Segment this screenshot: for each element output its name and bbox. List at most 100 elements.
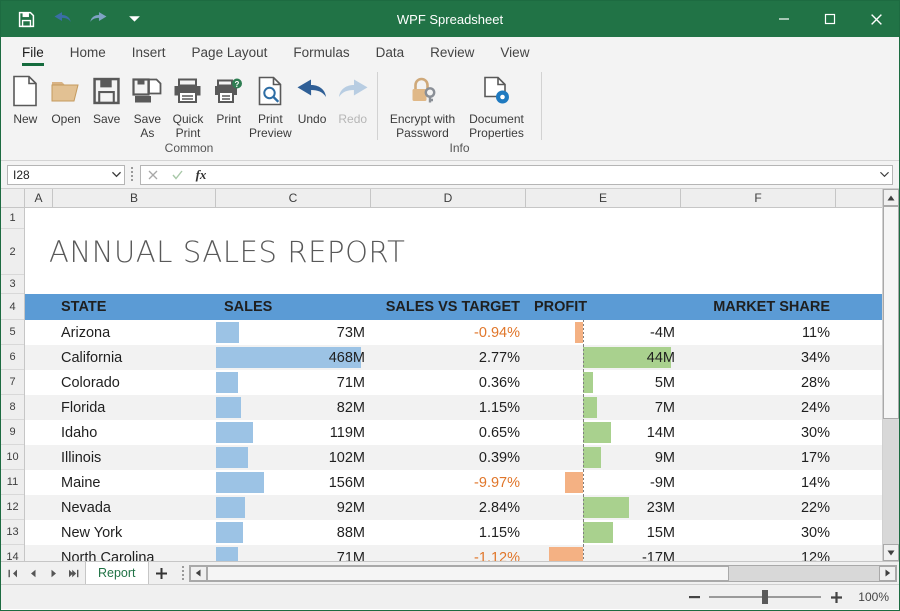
cell-market-share[interactable]: 30% <box>681 420 836 445</box>
cell-state[interactable]: Arizona <box>53 320 216 345</box>
column-header-e[interactable]: E <box>526 189 681 207</box>
command-save-as[interactable]: Save As <box>127 69 168 140</box>
cell-state[interactable]: Colorado <box>53 370 216 395</box>
table-row[interactable]: Nevada92M2.84%23M22% <box>25 495 882 520</box>
cell-sales[interactable]: 119M <box>216 420 371 445</box>
cancel-x-icon[interactable] <box>141 166 165 184</box>
prev-sheet-button[interactable] <box>24 564 42 582</box>
cell-state[interactable]: California <box>53 345 216 370</box>
maximize-button[interactable] <box>807 1 853 37</box>
cell-sales[interactable]: 71M <box>216 370 371 395</box>
command-quick-print[interactable]: Quick Print <box>168 69 209 140</box>
cell-sales[interactable]: 71M <box>216 545 371 561</box>
table-row[interactable]: New York88M1.15%15M30% <box>25 520 882 545</box>
cell-market-share[interactable]: 34% <box>681 345 836 370</box>
column-header-b[interactable]: B <box>53 189 216 207</box>
last-sheet-button[interactable] <box>64 564 82 582</box>
command-undo[interactable]: Undo <box>292 69 333 126</box>
command-encrypt-with-password[interactable]: Encrypt with Password <box>386 69 460 140</box>
formula-expand-icon[interactable] <box>876 166 892 184</box>
cell-sales[interactable]: 468M <box>216 345 371 370</box>
cell-sales[interactable]: 102M <box>216 445 371 470</box>
column-header-d[interactable]: D <box>371 189 526 207</box>
cell-market-share[interactable]: 24% <box>681 395 836 420</box>
undo-icon[interactable] <box>51 8 73 30</box>
row-gutter-cell[interactable] <box>25 320 53 345</box>
row-gutter-cell[interactable] <box>25 445 53 470</box>
tab-page-layout[interactable]: Page Layout <box>179 39 281 66</box>
cell-profit[interactable]: 44M <box>526 345 681 370</box>
row-gutter-cell[interactable] <box>25 545 53 561</box>
horizontal-scrollbar[interactable] <box>189 565 897 582</box>
minimize-button[interactable] <box>761 1 807 37</box>
row-header-4[interactable]: 4 <box>1 294 24 320</box>
cell-profit[interactable]: -4M <box>526 320 681 345</box>
cell-state[interactable]: New York <box>53 520 216 545</box>
table-row[interactable]: Idaho119M0.65%14M30% <box>25 420 882 445</box>
horizontal-scrollbar-grip[interactable] <box>179 566 189 580</box>
cell-sales-vs-target[interactable]: 2.77% <box>371 345 526 370</box>
cell-market-share[interactable]: 28% <box>681 370 836 395</box>
command-save[interactable]: Save <box>86 69 127 126</box>
command-print[interactable]: ? Print <box>208 69 249 126</box>
cell-market-share[interactable]: 12% <box>681 545 836 561</box>
cell-state[interactable]: North Carolina <box>53 545 216 561</box>
cell-profit[interactable]: 9M <box>526 445 681 470</box>
cell-sales-vs-target[interactable]: 0.36% <box>371 370 526 395</box>
cell-state[interactable]: Maine <box>53 470 216 495</box>
column-header-c[interactable]: C <box>216 189 371 207</box>
cell-sales-vs-target[interactable]: 1.15% <box>371 395 526 420</box>
row-header-5[interactable]: 5 <box>1 320 24 345</box>
cell-profit[interactable]: -17M <box>526 545 681 561</box>
cell-market-share[interactable]: 11% <box>681 320 836 345</box>
row-gutter-cell[interactable] <box>25 395 53 420</box>
row-header-6[interactable]: 6 <box>1 345 24 370</box>
row-gutter-cell[interactable] <box>25 420 53 445</box>
cell-profit[interactable]: -9M <box>526 470 681 495</box>
horizontal-scrollbar-thumb[interactable] <box>207 566 730 581</box>
row-gutter-cell[interactable] <box>25 495 53 520</box>
row-header-14[interactable]: 14 <box>1 545 24 561</box>
select-all-corner[interactable] <box>1 189 25 207</box>
cell-sales-vs-target[interactable]: 2.84% <box>371 495 526 520</box>
tab-file[interactable]: File <box>9 39 57 66</box>
cell-market-share[interactable]: 22% <box>681 495 836 520</box>
tab-view[interactable]: View <box>487 39 542 66</box>
cell-sales[interactable]: 88M <box>216 520 371 545</box>
close-button[interactable] <box>853 1 899 37</box>
name-box[interactable]: I28 <box>7 165 125 185</box>
row-gutter-cell[interactable] <box>25 470 53 495</box>
table-row[interactable]: Arizona73M-0.94%-4M11% <box>25 320 882 345</box>
row-header-10[interactable]: 10 <box>1 445 24 470</box>
scroll-up-button[interactable] <box>883 189 899 206</box>
tab-data[interactable]: Data <box>363 39 418 66</box>
formula-input[interactable] <box>213 165 893 185</box>
cell-sales[interactable]: 92M <box>216 495 371 520</box>
accept-check-icon[interactable] <box>165 166 189 184</box>
row-header-2[interactable]: 2 <box>1 229 24 275</box>
table-row[interactable]: Florida82M1.15%7M24% <box>25 395 882 420</box>
table-row[interactable]: North Carolina71M-1.12%-17M12% <box>25 545 882 561</box>
tab-review[interactable]: Review <box>417 39 487 66</box>
cell-state[interactable]: Illinois <box>53 445 216 470</box>
cell-profit[interactable]: 5M <box>526 370 681 395</box>
save-icon[interactable] <box>15 8 37 30</box>
zoom-slider-thumb[interactable] <box>762 590 768 604</box>
command-print-preview[interactable]: Print Preview <box>249 69 292 140</box>
zoom-slider-track[interactable] <box>709 596 821 598</box>
tab-insert[interactable]: Insert <box>119 39 179 66</box>
cell-sales[interactable]: 82M <box>216 395 371 420</box>
table-row[interactable]: Colorado71M0.36%5M28% <box>25 370 882 395</box>
cell-sales-vs-target[interactable]: 0.39% <box>371 445 526 470</box>
table-row[interactable]: Illinois102M0.39%9M17% <box>25 445 882 470</box>
cell-profit[interactable]: 14M <box>526 420 681 445</box>
column-header-a[interactable]: A <box>25 189 53 207</box>
zoom-in-button[interactable] <box>829 590 843 604</box>
scroll-left-button[interactable] <box>190 566 207 581</box>
scroll-down-button[interactable] <box>883 544 899 561</box>
next-sheet-button[interactable] <box>44 564 62 582</box>
cell-sales-vs-target[interactable]: -9.97% <box>371 470 526 495</box>
cell-sales-vs-target[interactable]: -1.12% <box>371 545 526 561</box>
column-header-f[interactable]: F <box>681 189 836 207</box>
cell-sales-vs-target[interactable]: -0.94% <box>371 320 526 345</box>
